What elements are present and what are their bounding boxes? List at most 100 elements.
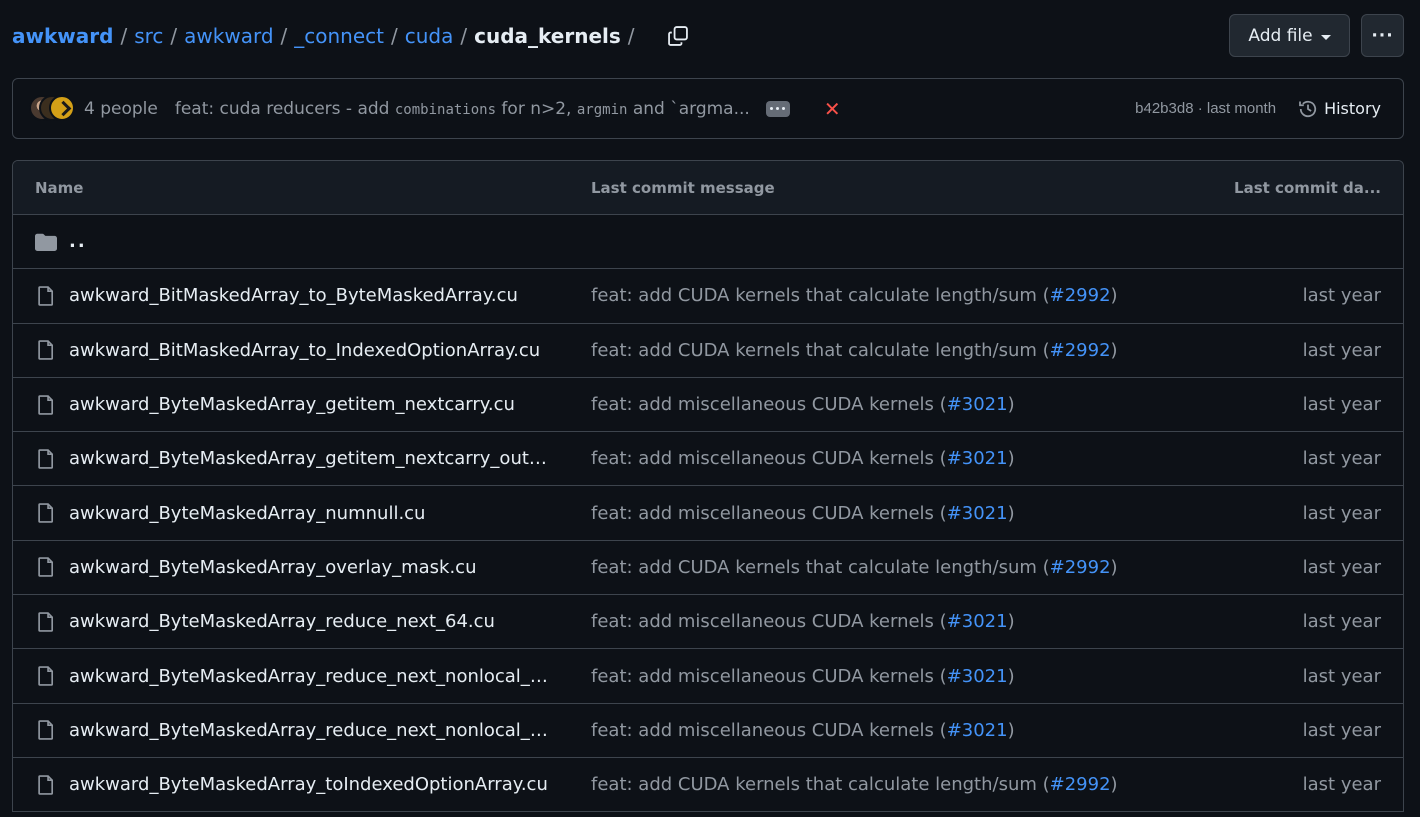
breadcrumb-link-awkward[interactable]: awkward <box>184 24 273 48</box>
file-table: Name Last commit message Last commit da.… <box>12 160 1404 813</box>
cell-date: last year <box>1183 774 1403 795</box>
table-row[interactable]: awkward_ByteMaskedArray_toIndexedOptionA… <box>13 758 1403 813</box>
table-row[interactable]: awkward_ByteMaskedArray_numnull.cu feat: … <box>13 486 1403 541</box>
file-icon <box>38 720 54 741</box>
avatar-stack[interactable] <box>29 94 79 123</box>
commit-message[interactable]: feat: add miscellaneous CUDA kernels (#3… <box>591 503 1015 524</box>
history-button[interactable]: History <box>1298 99 1381 119</box>
cell-name: awkward_ByteMaskedArray_reduce_next_nonl… <box>13 665 569 687</box>
cell-date: last year <box>1183 503 1403 524</box>
file-name-link[interactable]: awkward_ByteMaskedArray_overlay_mask.cu <box>69 557 477 578</box>
commit-date: last year <box>1302 339 1381 361</box>
file-name-link[interactable]: awkward_ByteMaskedArray_reduce_next_nonl… <box>69 720 549 741</box>
cell-message: feat: add CUDA kernels that calculate le… <box>569 285 1183 306</box>
commit-message-close-paren: ) <box>1007 611 1015 633</box>
copy-path-button[interactable] <box>664 22 692 50</box>
commit-message[interactable]: feat: add miscellaneous CUDA kernels (#3… <box>591 448 1015 469</box>
expand-commit-message-button[interactable] <box>765 100 790 117</box>
kebab-icon: ··· <box>1371 25 1394 46</box>
pull-request-link[interactable]: #2992 <box>1050 340 1111 361</box>
commit-message[interactable]: feat: add CUDA kernels that calculate le… <box>591 774 1118 795</box>
breadcrumb-separator: / <box>280 23 288 48</box>
breadcrumb-link-cuda[interactable]: cuda <box>405 24 454 48</box>
commit-message-close-paren: ) <box>1007 502 1015 524</box>
cell-message: feat: add CUDA kernels that calculate le… <box>569 340 1183 361</box>
cell-message: feat: add miscellaneous CUDA kernels (#3… <box>569 666 1183 687</box>
more-options-button[interactable]: ··· <box>1361 14 1404 57</box>
pull-request-link[interactable]: #3021 <box>947 448 1008 469</box>
file-name-link[interactable]: awkward_ByteMaskedArray_getitem_nextcarr… <box>69 448 549 469</box>
commit-sha-date[interactable]: b42b3d8 · last month <box>1135 100 1276 117</box>
file-name-link[interactable]: awkward_BitMaskedArray_to_ByteMaskedArra… <box>69 285 518 306</box>
commit-date: last year <box>1302 448 1381 470</box>
cell-message: feat: add miscellaneous CUDA kernels (#3… <box>569 503 1183 524</box>
table-row[interactable]: awkward_ByteMaskedArray_reduce_next_nonl… <box>13 649 1403 704</box>
pull-request-link[interactable]: #2992 <box>1050 774 1111 795</box>
file-name-link[interactable]: awkward_ByteMaskedArray_getitem_nextcarr… <box>69 394 515 415</box>
pull-request-link[interactable]: #3021 <box>947 720 1008 741</box>
commit-message[interactable]: feat: add miscellaneous CUDA kernels (#3… <box>591 611 1015 632</box>
pull-request-link[interactable]: #3021 <box>947 666 1008 687</box>
cell-message: feat: add miscellaneous CUDA kernels (#3… <box>569 720 1183 741</box>
commit-msg-code: combinations <box>394 101 497 118</box>
commit-message[interactable]: feat: add CUDA kernels that calculate le… <box>591 557 1118 578</box>
breadcrumb: awkward / src / awkward / _connect / cud… <box>12 24 642 48</box>
commit-message[interactable]: feat: add CUDA kernels that calculate le… <box>591 285 1118 306</box>
cell-name: awkward_BitMaskedArray_to_IndexedOptionA… <box>13 339 569 361</box>
cell-name: .. <box>13 231 569 253</box>
table-row[interactable]: awkward_ByteMaskedArray_reduce_next_nonl… <box>13 704 1403 758</box>
top-actions: Add file ··· <box>1229 14 1404 57</box>
pull-request-link[interactable]: #3021 <box>947 503 1008 524</box>
file-name-link[interactable]: awkward_ByteMaskedArray_reduce_next_nonl… <box>69 666 549 687</box>
table-row[interactable]: awkward_ByteMaskedArray_overlay_mask.cu f… <box>13 541 1403 596</box>
add-file-button[interactable]: Add file <box>1229 14 1350 57</box>
cell-name: awkward_BitMaskedArray_to_ByteMaskedArra… <box>13 285 569 307</box>
commit-message[interactable]: feat: add CUDA kernels that calculate le… <box>591 340 1118 361</box>
file-name-link[interactable]: awkward_BitMaskedArray_to_IndexedOptionA… <box>69 340 540 361</box>
contributors-count[interactable]: 4 people <box>84 99 158 119</box>
table-row[interactable]: awkward_BitMaskedArray_to_IndexedOptionA… <box>13 324 1403 378</box>
pull-request-link[interactable]: #2992 <box>1050 557 1111 578</box>
breadcrumb-link-connect[interactable]: _connect <box>294 24 384 48</box>
commit-message[interactable]: feat: add miscellaneous CUDA kernels (#3… <box>591 666 1015 687</box>
commit-date: last year <box>1302 611 1381 633</box>
parent-dir-link[interactable]: .. <box>69 231 87 252</box>
pull-request-link[interactable]: #2992 <box>1050 285 1111 306</box>
commit-message-text: feat: add miscellaneous CUDA kernels ( <box>591 448 947 470</box>
cell-message: feat: add CUDA kernels that calculate le… <box>569 557 1183 578</box>
cell-date: last year <box>1183 720 1403 741</box>
commit-message-text: feat: add miscellaneous CUDA kernels ( <box>591 719 947 741</box>
latest-commit-message[interactable]: feat: cuda reducers - add combinations f… <box>175 99 750 119</box>
breadcrumb-separator: / <box>391 23 398 48</box>
cell-message: feat: add miscellaneous CUDA kernels (#3… <box>569 394 1183 415</box>
cell-message: feat: add CUDA kernels that calculate le… <box>569 774 1183 795</box>
breadcrumb-root-link[interactable]: awkward <box>12 24 113 48</box>
top-bar: awkward / src / awkward / _connect / cud… <box>12 14 1404 57</box>
table-row[interactable]: awkward_ByteMaskedArray_reduce_next_64.c… <box>13 595 1403 650</box>
commit-message-text: feat: add miscellaneous CUDA kernels ( <box>591 394 947 416</box>
commit-message[interactable]: feat: add miscellaneous CUDA kernels (#3… <box>591 720 1015 741</box>
file-name-link[interactable]: awkward_ByteMaskedArray_reduce_next_64.c… <box>69 611 495 632</box>
table-row[interactable]: awkward_ByteMaskedArray_getitem_nextcarr… <box>13 378 1403 433</box>
cell-message: feat: add miscellaneous CUDA kernels (#3… <box>569 611 1183 632</box>
cell-date: last year <box>1183 340 1403 361</box>
x-icon[interactable]: ✕ <box>824 99 841 119</box>
file-icon <box>38 557 54 578</box>
file-name-link[interactable]: awkward_ByteMaskedArray_numnull.cu <box>69 503 425 524</box>
commit-message[interactable]: feat: add miscellaneous CUDA kernels (#3… <box>591 394 1015 415</box>
table-row[interactable]: awkward_BitMaskedArray_to_ByteMaskedArra… <box>13 269 1403 324</box>
cell-name: awkward_ByteMaskedArray_getitem_nextcarr… <box>13 448 569 470</box>
table-row-parent-dir[interactable]: .. <box>13 215 1403 270</box>
header-name: Name <box>35 178 84 197</box>
caret-down-icon <box>1320 34 1331 40</box>
pull-request-link[interactable]: #3021 <box>947 611 1008 632</box>
pull-request-link[interactable]: #3021 <box>947 394 1008 415</box>
file-icon <box>38 449 54 469</box>
cell-date: last year <box>1183 557 1403 578</box>
file-icon <box>38 774 54 795</box>
folder-icon <box>35 233 57 251</box>
commit-meta: b42b3d8 · last month History <box>1135 99 1381 119</box>
breadcrumb-link-src[interactable]: src <box>134 24 163 48</box>
table-row[interactable]: awkward_ByteMaskedArray_getitem_nextcarr… <box>13 432 1403 487</box>
file-name-link[interactable]: awkward_ByteMaskedArray_toIndexedOptionA… <box>69 774 548 795</box>
